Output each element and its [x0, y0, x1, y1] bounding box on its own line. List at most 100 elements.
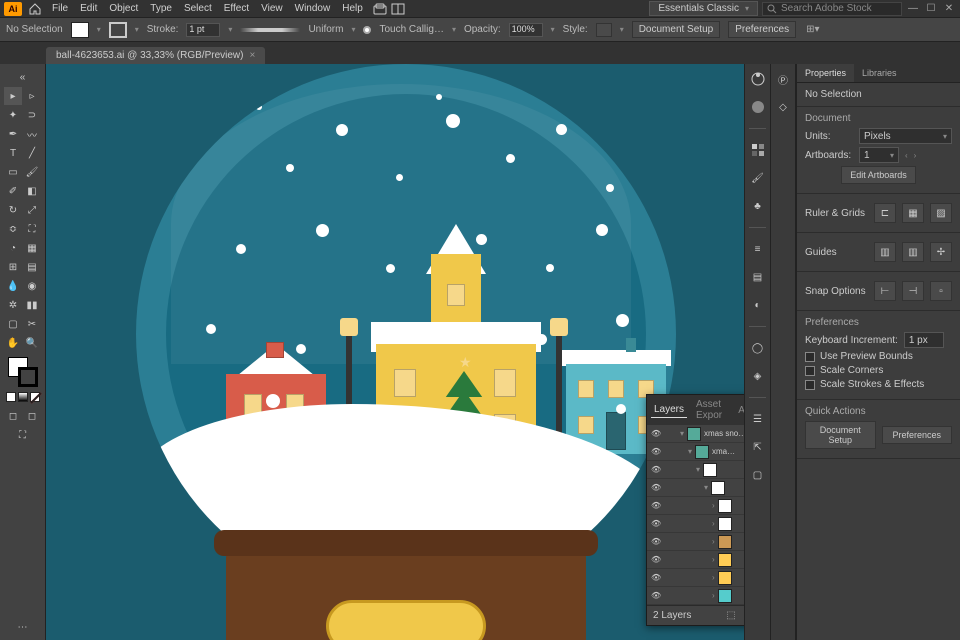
swatches-panel-icon[interactable]: [749, 141, 767, 159]
layer-row[interactable]: 👁›: [647, 551, 744, 569]
visibility-icon[interactable]: 👁: [651, 501, 661, 511]
expand-icon[interactable]: ▾: [704, 483, 708, 492]
ruler-icon[interactable]: ⊏: [874, 203, 896, 223]
eyedropper-tool[interactable]: 💧: [4, 277, 22, 295]
minimize-button[interactable]: —: [906, 3, 920, 15]
visibility-icon[interactable]: 👁: [651, 465, 661, 475]
document-tab[interactable]: ball-4623653.ai @ 33,33% (RGB/Preview) ×: [46, 47, 265, 64]
rectangle-tool[interactable]: ▭: [4, 163, 22, 181]
type-tool[interactable]: T: [4, 144, 22, 162]
expand-icon[interactable]: ›: [712, 573, 715, 582]
chevron-down-icon[interactable]: ▾: [135, 25, 139, 34]
paintbrush-tool[interactable]: 🖌: [23, 163, 41, 181]
fill-stroke-swatch[interactable]: [8, 357, 38, 387]
curvature-tool[interactable]: 〰: [23, 125, 41, 143]
variable-width-icon[interactable]: [363, 26, 371, 34]
locate-layer-icon[interactable]: ⬚: [725, 610, 737, 622]
lock-guides-icon[interactable]: ▥: [902, 242, 924, 262]
layers-tab[interactable]: Layers: [651, 402, 687, 418]
stroke-color[interactable]: [18, 367, 38, 387]
units-dropdown[interactable]: Pixels▾: [859, 128, 952, 144]
gradient-panel-icon[interactable]: ▤: [749, 268, 767, 286]
gradient-tool[interactable]: ▤: [23, 258, 41, 276]
lock-icon[interactable]: [664, 573, 674, 583]
expand-icon[interactable]: ›: [712, 519, 715, 528]
color-mode-solid[interactable]: [6, 392, 16, 402]
layer-row[interactable]: 👁▾xmas sno…: [647, 425, 744, 443]
layer-row[interactable]: 👁›: [647, 533, 744, 551]
fill-swatch[interactable]: [71, 22, 89, 38]
appearance-panel-icon[interactable]: ◯: [749, 339, 767, 357]
lock-icon[interactable]: [664, 501, 674, 511]
visibility-icon[interactable]: 👁: [651, 483, 661, 493]
menu-edit[interactable]: Edit: [74, 1, 103, 16]
visibility-icon[interactable]: 👁: [651, 537, 661, 547]
draw-mode-normal[interactable]: ◻: [4, 407, 22, 425]
document-setup-button[interactable]: Document Setup: [632, 21, 721, 38]
canvas[interactable]: ★: [46, 64, 744, 640]
lock-icon[interactable]: [664, 447, 674, 457]
menu-object[interactable]: Object: [103, 1, 144, 16]
column-graph-tool[interactable]: ▮▮: [23, 296, 41, 314]
visibility-icon[interactable]: 👁: [651, 429, 661, 439]
pen-tool[interactable]: ✒: [4, 125, 22, 143]
align-icon[interactable]: ⊞▾: [806, 24, 819, 35]
menu-help[interactable]: Help: [336, 1, 369, 16]
grid-icon[interactable]: ▦: [902, 203, 924, 223]
tab-properties[interactable]: Properties: [797, 64, 854, 82]
menu-window[interactable]: Window: [289, 1, 337, 16]
close-button[interactable]: ✕: [942, 3, 956, 15]
visibility-icon[interactable]: 👁: [651, 519, 661, 529]
chevron-down-icon[interactable]: ▾: [452, 25, 456, 34]
rotate-tool[interactable]: ↻: [4, 201, 22, 219]
graphic-styles-panel-icon[interactable]: ◈: [749, 367, 767, 385]
use-preview-bounds-checkbox[interactable]: [805, 352, 815, 362]
symbol-sprayer-tool[interactable]: ✲: [4, 296, 22, 314]
lock-icon[interactable]: [664, 519, 674, 529]
eraser-tool[interactable]: ◧: [23, 182, 41, 200]
shaper-tool[interactable]: ✐: [4, 182, 22, 200]
artboards-dropdown[interactable]: 1▾: [859, 147, 899, 163]
layers-panel-icon[interactable]: ☰: [749, 410, 767, 428]
layer-row[interactable]: 👁›: [647, 569, 744, 587]
artboard-tool[interactable]: ▢: [4, 315, 22, 333]
snap-pixel-icon[interactable]: ▫: [930, 281, 952, 301]
edit-artboards-button[interactable]: Edit Artboards: [841, 166, 916, 184]
lock-icon[interactable]: [664, 537, 674, 547]
brush-preview[interactable]: [240, 28, 300, 32]
visibility-icon[interactable]: 👁: [651, 447, 661, 457]
scale-corners-checkbox[interactable]: [805, 366, 815, 376]
libraries-panel-icon[interactable]: ◇: [774, 98, 792, 116]
layers-panel[interactable]: Layers Asset Expor Artboards » ≡ 👁▾xmas …: [646, 394, 744, 626]
free-transform-tool[interactable]: ⛶: [23, 220, 41, 238]
lock-icon[interactable]: [664, 591, 674, 601]
menu-view[interactable]: View: [255, 1, 289, 16]
layer-row[interactable]: 👁▾xma…: [647, 443, 744, 461]
brushes-panel-icon[interactable]: 🖌: [749, 169, 767, 187]
draw-mode-behind[interactable]: ◻: [23, 407, 41, 425]
asset-export-panel-icon[interactable]: ⇱: [749, 438, 767, 456]
snap-grid-icon[interactable]: ⊣: [902, 281, 924, 301]
transparency-grid-icon[interactable]: ▨: [930, 203, 952, 223]
line-tool[interactable]: ╱: [23, 144, 41, 162]
blend-tool[interactable]: ◉: [23, 277, 41, 295]
menu-select[interactable]: Select: [178, 1, 218, 16]
layer-row[interactable]: 👁›: [647, 497, 744, 515]
stroke-swatch[interactable]: [109, 22, 127, 38]
lock-icon[interactable]: [664, 555, 674, 565]
layer-row[interactable]: 👁›: [647, 587, 744, 605]
color-guide-panel-icon[interactable]: [749, 98, 767, 116]
magic-wand-tool[interactable]: ✦: [4, 106, 22, 124]
layer-name[interactable]: xmas sno…: [704, 429, 744, 438]
chevron-down-icon[interactable]: ▾: [97, 25, 101, 34]
scale-strokes-checkbox[interactable]: [805, 380, 815, 390]
expand-icon[interactable]: ›: [712, 555, 715, 564]
qa-document-setup-button[interactable]: Document Setup: [805, 421, 876, 449]
lock-icon[interactable]: [664, 483, 674, 493]
properties-panel-icon[interactable]: Ⓟ: [774, 70, 792, 88]
artboards-tab[interactable]: Artboards: [735, 403, 744, 418]
visibility-icon[interactable]: 👁: [651, 591, 661, 601]
shape-builder-tool[interactable]: ◔: [4, 239, 22, 257]
preferences-button[interactable]: Preferences: [728, 21, 796, 38]
tab-libraries[interactable]: Libraries: [854, 64, 905, 82]
